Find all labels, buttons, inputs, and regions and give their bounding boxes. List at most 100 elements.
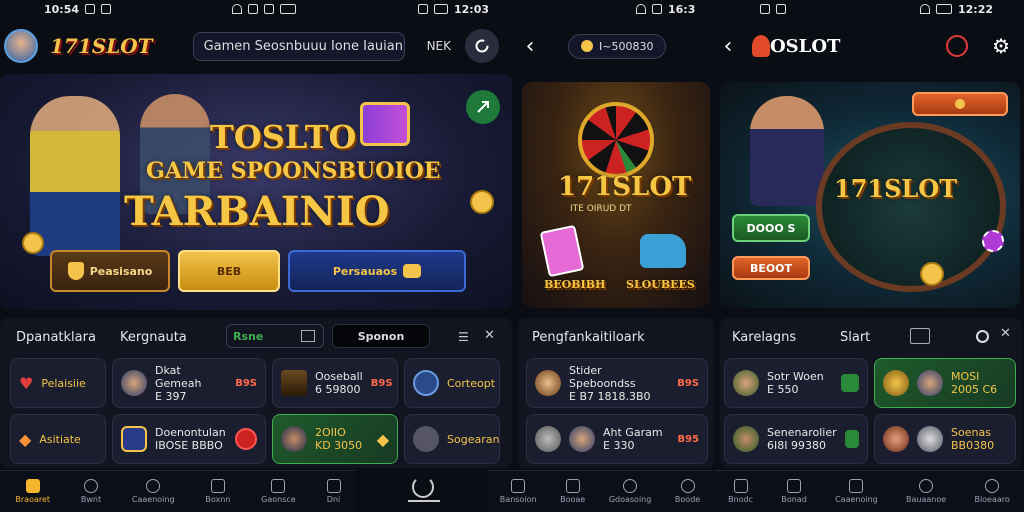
balance-pill[interactable]: I~500830	[568, 33, 667, 59]
games-icon	[271, 479, 286, 493]
game-card[interactable]: Dkat Gemeah E 397 B9S	[112, 358, 266, 408]
nav-home[interactable]: Braoaret	[15, 479, 50, 504]
nav-caaenoing[interactable]: Caaenoing	[835, 479, 878, 504]
coin-icon	[581, 40, 593, 52]
table-banner[interactable]: 171SLOT DOOO S BEOOT	[720, 82, 1020, 308]
game-card[interactable]: 2OIIO KD 3050 ◆	[272, 414, 398, 464]
nav-label: Gdoasoing	[608, 495, 652, 504]
balance-value: I~500830	[599, 39, 654, 53]
nav-box[interactable]: Boxnn	[205, 479, 230, 504]
avatar	[569, 426, 595, 452]
tab-dpanatklara[interactable]: Dpanatklara	[16, 330, 96, 345]
status-bar-1-right	[232, 0, 296, 18]
lock-icon	[326, 479, 341, 493]
signal-icon	[248, 4, 258, 14]
grid-icon	[787, 479, 802, 493]
avatar	[917, 426, 943, 452]
nav-gdoasoing[interactable]: Gdoasoing	[608, 479, 652, 504]
back-button[interactable]: ‹	[716, 34, 740, 59]
tab-kergnauta[interactable]: Kergnauta	[120, 330, 187, 345]
battery-icon	[280, 4, 296, 14]
nav-bonad[interactable]: Bonad	[781, 479, 807, 504]
nav-dni[interactable]: Dni	[326, 479, 341, 504]
box-icon	[733, 479, 748, 493]
game-card[interactable]: Doenontulan IBOSE BBBO	[112, 414, 266, 464]
table-chip-1-label: DOOO S	[746, 221, 796, 235]
nav-bansoion[interactable]: Bansoion	[500, 479, 537, 504]
game-card[interactable]: Soenas BB0380	[874, 414, 1016, 464]
nav-bauaanoe[interactable]: Bauaanoe	[906, 479, 946, 504]
game-card[interactable]: Stider Speboondss E B7 1818.3B0 B9S	[526, 358, 708, 408]
profile-button[interactable]	[946, 35, 969, 57]
search-input[interactable]: Gamen Seosnbuuu Ione Iauian	[192, 31, 405, 61]
badge-icon	[121, 426, 147, 452]
hero-banner[interactable]: TOSLTO GAME SPOONSBUOIOE TARBAINIO Peasi…	[0, 74, 512, 310]
search-icon[interactable]	[976, 330, 989, 343]
game-card[interactable]: ◆ Asitiate	[10, 414, 106, 464]
banner-line-1: TOSLTO	[210, 118, 357, 156]
nav-games[interactable]: Gaonsce	[261, 479, 296, 504]
game-card-title: 2OIIO	[315, 426, 346, 439]
coin-icon	[22, 232, 44, 254]
table-top-chip[interactable]	[912, 92, 1008, 116]
share-button[interactable]	[466, 90, 500, 124]
refresh-button[interactable]	[465, 29, 499, 63]
avatar[interactable]	[4, 29, 38, 63]
tab-rsne-label: Rsne	[233, 329, 264, 343]
close-icon[interactable]: ✕	[1000, 326, 1011, 341]
promo-banner-logo: 171SLOT	[558, 172, 692, 202]
table-chip-2[interactable]: BEOOT	[732, 256, 810, 280]
filter-icon[interactable]: ☰	[458, 330, 469, 344]
game-card[interactable]: Aht Garam E 330 B95	[526, 414, 708, 464]
nav-boode[interactable]: Boode	[675, 479, 700, 504]
nav-booae[interactable]: Booae	[560, 479, 585, 504]
game-card-title: Soenas	[951, 426, 991, 439]
promo-chip-1: BEOBIBH	[544, 278, 606, 291]
nav-casino[interactable]: Caaenoing	[132, 479, 175, 504]
screen1-header: 171SLOT Gamen Seosnbuuu Ione Iauian NEK	[4, 20, 512, 72]
nek-label[interactable]: NEK	[427, 39, 451, 53]
banner-chip-2[interactable]: BEB	[178, 250, 280, 292]
game-card-title: Sogearan	[447, 432, 500, 446]
game-card[interactable]: MOSI 2005 C6	[874, 358, 1016, 408]
app-logo: 171SLOT	[50, 34, 153, 58]
back-button[interactable]: ‹	[518, 34, 542, 59]
nav-search[interactable]: Bwnt	[81, 479, 101, 504]
game-card[interactable]: Sogearan	[404, 414, 500, 464]
game-card[interactable]: ♥ Pelaisiie	[10, 358, 106, 408]
nav-bloeaaro[interactable]: Bloeaaro	[974, 479, 1010, 504]
tab-slart[interactable]: Slart	[840, 330, 870, 345]
game-card-value: BB0380	[951, 439, 995, 452]
banner-chip-1[interactable]: Peasisano	[50, 250, 170, 292]
game-card[interactable]: Corteopt	[404, 358, 500, 408]
badge-icon	[841, 374, 859, 392]
game-card[interactable]: Sotr Woen E 550	[724, 358, 868, 408]
banner-chip-1-label: Peasisano	[89, 264, 153, 278]
nav-label: Bonad	[781, 495, 807, 504]
nav-bnodc[interactable]: Bnodc	[728, 479, 753, 504]
game-card-value: 2005 C6	[951, 383, 998, 396]
app-logo: OSLOT	[770, 35, 841, 57]
game-card-title: Ooseball	[315, 370, 363, 383]
banner-chip-3[interactable]: Persauaos	[288, 250, 466, 292]
gear-icon[interactable]: ⚙	[992, 34, 1010, 58]
tab-rsne[interactable]: Rsne	[226, 324, 324, 348]
table-chip-1[interactable]: DOOO S	[732, 214, 810, 242]
bottom-nav-1: Braoaret Bwnt Caaenoing Boxnn Gaonsce Dn…	[0, 470, 356, 512]
table-banner-logo: 171SLOT	[834, 174, 958, 203]
tab-sponon[interactable]: Sponon	[332, 324, 430, 348]
notification-icon	[101, 4, 112, 14]
nav-label: Caaenoing	[835, 495, 878, 504]
bottom-nav-3: Bnodc Bonad Caaenoing Bauaanoe Bloeaaro	[714, 470, 1024, 512]
game-card[interactable]: Senenarolier 6I8I 99380	[724, 414, 868, 464]
promo-banner[interactable]: 171SLOT ITE OIRUD DT BEOBIBH SLOUBEES	[522, 82, 710, 308]
settings-icon[interactable]: ✕	[484, 328, 495, 343]
notification-icon	[776, 4, 786, 14]
trophy-icon	[67, 262, 84, 280]
coin-icon	[470, 190, 494, 214]
center-nav-icon[interactable]	[412, 476, 434, 498]
game-card[interactable]: Ooseball 6 59800 B9S	[272, 358, 398, 408]
status-time: 12:22	[958, 2, 994, 16]
status-bar-3: 16:3	[636, 0, 695, 18]
list-icon[interactable]	[910, 328, 930, 344]
